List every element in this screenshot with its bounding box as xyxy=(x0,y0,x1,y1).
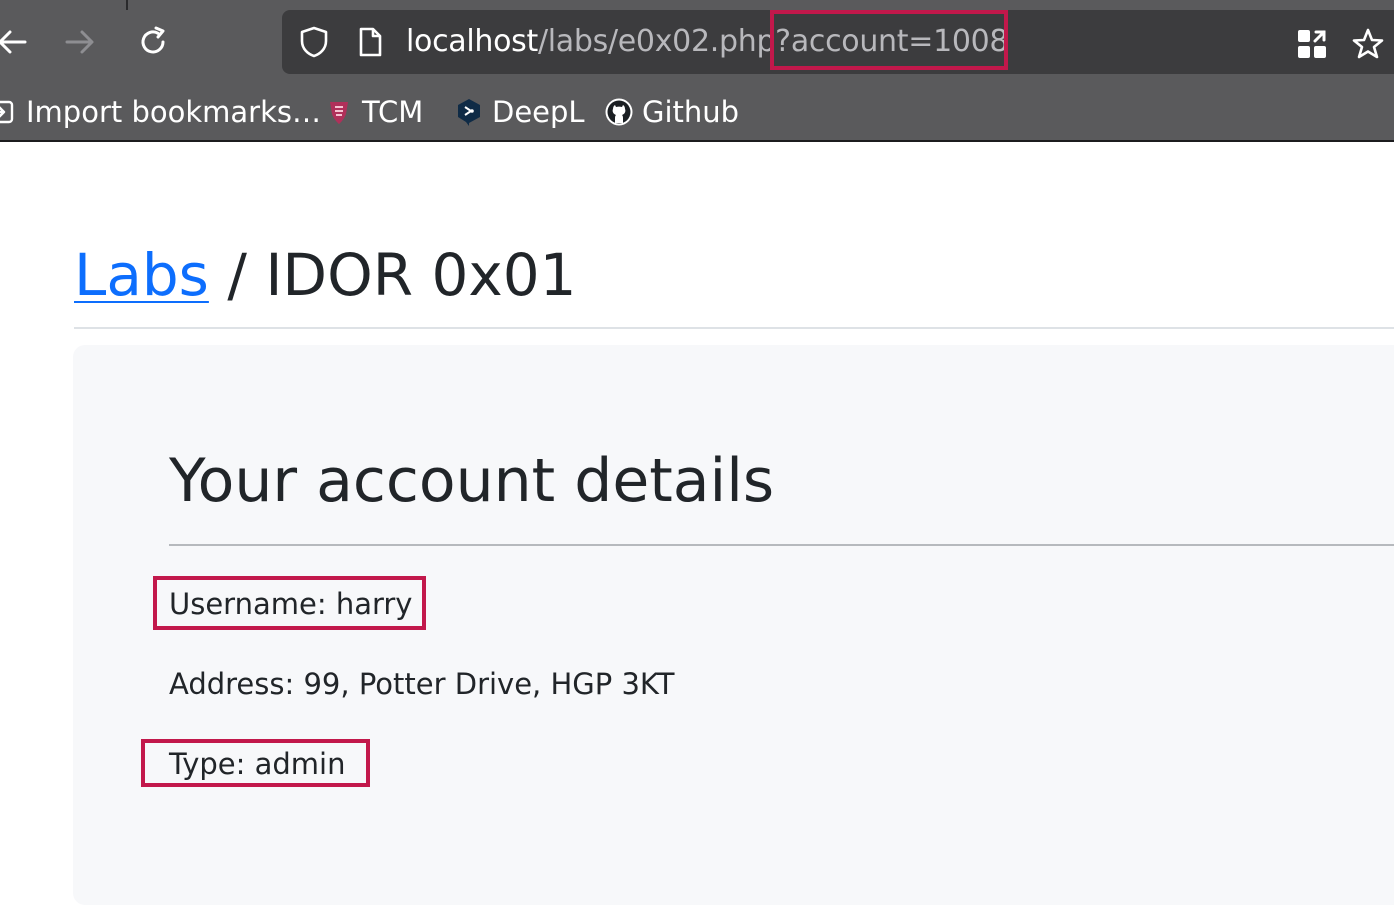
card-divider xyxy=(169,544,1394,546)
url-host: localhost xyxy=(406,24,538,59)
reload-button[interactable] xyxy=(131,20,175,64)
page-title: Labs / IDOR 0x01 xyxy=(74,240,577,310)
github-icon xyxy=(604,97,634,127)
browser-toolbar: localhost/labs/e0x02.php?account=1008 xyxy=(0,0,1394,84)
bookmark-label: DeepL xyxy=(492,95,585,129)
account-details-card: Your account details Username: harry Add… xyxy=(73,345,1394,905)
tab-edge xyxy=(126,0,128,10)
breadcrumb-current: IDOR 0x01 xyxy=(265,241,577,309)
url-query-highlight-box xyxy=(770,10,1008,70)
deepl-icon xyxy=(454,97,484,127)
url-path: /labs/e0x02.php? xyxy=(537,24,791,59)
username-highlight-box xyxy=(153,576,426,630)
back-button[interactable] xyxy=(0,20,34,64)
extensions-icon[interactable] xyxy=(1294,26,1330,62)
tcm-icon xyxy=(324,97,354,127)
bookmarks-bar: Import bookmarks… TCM DeepL Github xyxy=(0,88,1394,136)
type-highlight-box xyxy=(141,739,370,787)
breadcrumb-labs-link[interactable]: Labs xyxy=(74,241,209,309)
address-text: Address: 99, Potter Drive, HGP 3KT xyxy=(169,667,675,701)
bookmark-deepl[interactable]: DeepL xyxy=(454,88,585,136)
title-divider xyxy=(74,327,1394,329)
bookmark-tcm[interactable]: TCM xyxy=(324,88,423,136)
bookmark-github[interactable]: Github xyxy=(604,88,739,136)
breadcrumb-separator: / xyxy=(208,241,266,309)
bookmark-label: Import bookmarks… xyxy=(26,95,321,129)
card-heading: Your account details xyxy=(169,446,775,516)
page-content: Labs / IDOR 0x01 Your account details Us… xyxy=(0,142,1394,905)
page-icon[interactable] xyxy=(354,26,386,58)
star-icon[interactable] xyxy=(1350,26,1386,62)
forward-arrow-icon xyxy=(63,25,97,59)
reload-icon xyxy=(136,25,170,59)
bookmark-label: Github xyxy=(642,95,740,129)
import-icon xyxy=(0,97,16,127)
bookmark-label: TCM xyxy=(362,95,424,129)
bookmark-import[interactable]: Import bookmarks… xyxy=(0,88,321,136)
browser-chrome: localhost/labs/e0x02.php?account=1008 Im… xyxy=(0,0,1394,142)
shield-icon[interactable] xyxy=(298,26,330,58)
back-arrow-icon xyxy=(0,25,29,59)
address-bar[interactable]: localhost/labs/e0x02.php?account=1008 xyxy=(282,10,1394,74)
forward-button[interactable] xyxy=(58,20,102,64)
